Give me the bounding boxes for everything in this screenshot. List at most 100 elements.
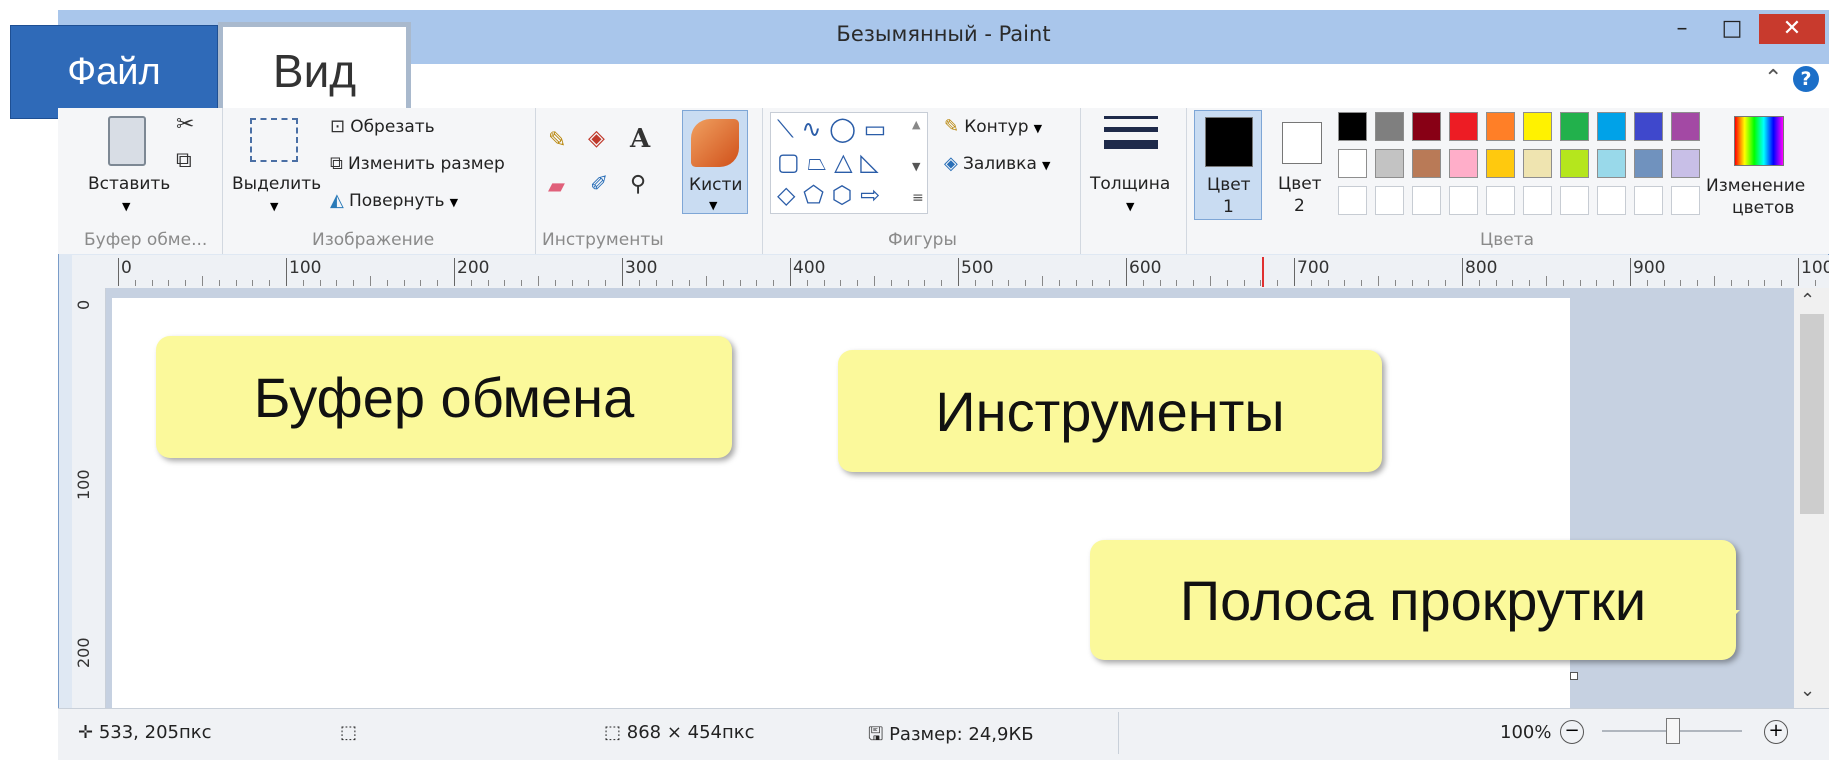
crop-button[interactable]: ⊡ Обрезать <box>330 116 435 137</box>
text-icon[interactable]: A <box>630 124 650 154</box>
color1-number: 1 <box>1223 197 1234 217</box>
ruler-h-minor-tick <box>370 276 371 286</box>
ruler-h-minor-tick <box>1226 280 1228 286</box>
tab-file[interactable]: Файл <box>10 25 218 119</box>
chevron-down-icon[interactable]: ⌄ <box>1800 680 1815 701</box>
ruler-h-minor-tick <box>857 280 859 286</box>
shapes-scroll-down[interactable]: ▼ <box>912 160 920 173</box>
zoom-slider-thumb[interactable] <box>1666 718 1680 744</box>
ruler-h-minor-tick <box>672 280 674 286</box>
status-divider <box>1118 712 1119 754</box>
eraser-icon[interactable]: ▰ <box>548 174 565 199</box>
edit-colors-button[interactable]: Изменение цветов <box>1706 112 1816 222</box>
ruler-h-major-tick <box>454 258 455 286</box>
palette-swatch[interactable] <box>1412 149 1441 178</box>
palette-swatch[interactable] <box>1634 186 1663 215</box>
shapes-expand[interactable]: ≡ <box>912 190 924 206</box>
palette-swatch[interactable] <box>1634 112 1663 141</box>
color2-button[interactable]: Цвет 2 <box>1266 110 1332 220</box>
palette-swatch[interactable] <box>1560 186 1589 215</box>
palette-swatch[interactable] <box>1523 149 1552 178</box>
palette-swatch[interactable] <box>1375 112 1404 141</box>
ruler-h-minor-tick <box>1747 280 1749 286</box>
ruler-h-minor-tick <box>437 280 439 286</box>
palette-swatch[interactable] <box>1486 112 1515 141</box>
cut-icon[interactable]: ✂ <box>176 112 194 137</box>
group-divider <box>762 108 763 254</box>
palette-swatch[interactable] <box>1449 186 1478 215</box>
palette-swatch[interactable] <box>1560 112 1589 141</box>
palette-swatch[interactable] <box>1597 149 1626 178</box>
palette-swatch[interactable] <box>1449 112 1478 141</box>
shapes-gallery[interactable]: ⟍ ∿ ◯ ▭ ▢ ⏢ △ ◺ ◇ ⬠ ⬡ ⇨ <box>770 112 928 214</box>
pencil-icon[interactable]: ✎ <box>548 128 566 153</box>
magnifier-icon[interactable]: ⚲ <box>630 172 646 197</box>
color-palette <box>1338 112 1704 220</box>
close-button[interactable]: ✕ <box>1759 14 1825 44</box>
rotate-button[interactable]: ◭ Повернуть ▼ <box>330 190 458 211</box>
palette-swatch[interactable] <box>1338 112 1367 141</box>
color1-button[interactable]: Цвет 1 <box>1194 110 1262 220</box>
maximize-button[interactable]: □ <box>1710 14 1754 44</box>
fill-button[interactable]: ◈ Заливка ▼ <box>944 153 1050 174</box>
palette-swatch[interactable] <box>1597 112 1626 141</box>
ruler-h-minor-tick <box>1495 280 1497 286</box>
ruler-h-minor-tick <box>756 280 758 286</box>
palette-swatch[interactable] <box>1338 149 1367 178</box>
help-icon[interactable]: ? <box>1793 66 1819 92</box>
palette-swatch[interactable] <box>1634 149 1663 178</box>
chevron-up-icon[interactable]: ⌃ <box>1800 290 1815 311</box>
resize-button[interactable]: ⧉ Изменить размер <box>330 153 505 174</box>
palette-swatch[interactable] <box>1671 186 1700 215</box>
zoom-in-button[interactable]: + <box>1764 720 1788 744</box>
palette-swatch[interactable] <box>1523 186 1552 215</box>
fill-label: Заливка <box>962 154 1037 174</box>
palette-swatch[interactable] <box>1412 112 1441 141</box>
select-button[interactable]: Выделить ▼ <box>230 112 321 213</box>
ruler-h-minor-tick <box>1512 280 1514 286</box>
shapes-scroll-up[interactable]: ▲ <box>912 118 920 131</box>
collapse-ribbon-icon[interactable]: ⌃ <box>1764 66 1782 91</box>
size-button[interactable]: Толщина ▼ <box>1090 112 1174 214</box>
palette-swatch[interactable] <box>1338 186 1367 215</box>
ruler-h-minor-tick <box>1277 280 1279 286</box>
palette-swatch[interactable] <box>1486 149 1515 178</box>
rotate-label: Повернуть <box>348 191 445 211</box>
color-picker-icon[interactable]: ✐ <box>590 172 608 197</box>
brushes-button[interactable]: Кисти ▼ <box>682 110 748 214</box>
selection-size-icon: ⬚ <box>340 722 358 743</box>
palette-swatch[interactable] <box>1412 186 1441 215</box>
zoom-out-button[interactable]: − <box>1560 720 1584 744</box>
palette-swatch[interactable] <box>1375 186 1404 215</box>
palette-swatch[interactable] <box>1375 149 1404 178</box>
canvas-resize-handle[interactable] <box>1570 672 1578 680</box>
group-divider <box>222 108 223 254</box>
copy-icon[interactable]: ⧉ <box>176 148 192 173</box>
paste-button[interactable]: Вставить ▼ <box>84 112 176 213</box>
minimize-button[interactable]: – <box>1660 14 1704 44</box>
palette-swatch[interactable] <box>1486 186 1515 215</box>
scrollbar-thumb[interactable] <box>1800 314 1824 514</box>
ruler-h-label: 700 <box>1297 258 1330 278</box>
ruler-h-minor-tick <box>353 280 355 286</box>
shapes-row-3: ◇ ⬠ ⬡ ⇨ <box>777 181 881 209</box>
ruler-h-minor-tick <box>1243 280 1245 286</box>
palette-swatch[interactable] <box>1597 186 1626 215</box>
ruler-h-major-tick <box>790 258 791 286</box>
palette-swatch[interactable] <box>1523 112 1552 141</box>
ruler-v-label: 100 <box>74 469 93 500</box>
palette-swatch[interactable] <box>1671 112 1700 141</box>
ruler-h-minor-tick <box>1025 280 1027 286</box>
ruler-h-minor-tick <box>1764 280 1766 286</box>
palette-swatch[interactable] <box>1449 149 1478 178</box>
fill-bucket-icon[interactable]: ◈ <box>588 126 605 151</box>
palette-swatch[interactable] <box>1560 149 1589 178</box>
ruler-h-minor-tick <box>1781 280 1783 286</box>
tab-view[interactable]: Вид <box>218 22 411 120</box>
ruler-h-minor-tick <box>1579 280 1581 286</box>
outline-button[interactable]: ✎ Контур ▼ <box>944 116 1042 137</box>
cursor-position-value: 533, 205пкс <box>98 722 212 743</box>
ruler-h-major-tick <box>1126 258 1127 286</box>
palette-swatch[interactable] <box>1671 149 1700 178</box>
brush-icon <box>691 119 739 167</box>
